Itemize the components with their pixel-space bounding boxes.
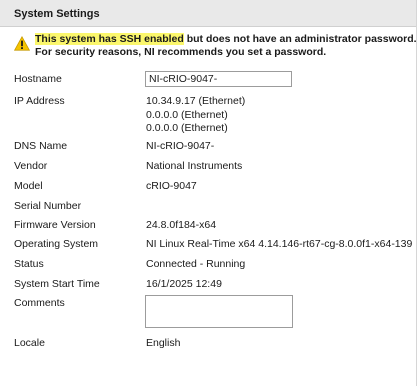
warning-line-1-rest: but does not have an administrator passw… — [183, 33, 417, 45]
operating-system-value: NI Linux Real-Time x64 4.14.146-rt67-cg-… — [146, 238, 413, 250]
operating-system-label: Operating System — [14, 238, 99, 250]
vendor-label: Vendor — [14, 160, 48, 172]
comments-label: Comments — [14, 297, 65, 309]
warning-triangle-icon — [14, 36, 30, 51]
status-value: Connected - Running — [146, 258, 246, 270]
ip-address-list: 10.34.9.17 (Ethernet) 0.0.0.0 (Ethernet)… — [146, 95, 245, 136]
hostname-input[interactable] — [145, 71, 292, 87]
serial-number-label: Serial Number — [14, 200, 82, 212]
firmware-version-value: 24.8.0f184-x64 — [146, 219, 217, 231]
status-label: Status — [14, 258, 44, 270]
system-settings-panel: System Settings This system has SSH enab… — [0, 0, 417, 386]
system-start-time-value: 16/1/2025 12:49 — [146, 278, 222, 290]
warning-message: This system has SSH enabled but does not… — [35, 33, 417, 59]
hostname-label: Hostname — [14, 73, 62, 85]
warning-line-2: For security reasons, NI recommends you … — [35, 46, 327, 58]
model-value: cRIO-9047 — [146, 180, 197, 192]
panel-header: System Settings — [0, 0, 416, 27]
locale-label: Locale — [14, 337, 45, 349]
system-start-time-label: System Start Time — [14, 278, 100, 290]
ip-address-1: 10.34.9.17 (Ethernet) — [146, 95, 246, 107]
comments-textarea[interactable] — [145, 295, 293, 328]
warning-line-1: This system has SSH enabled but does not… — [35, 33, 417, 46]
locale-value: English — [146, 337, 181, 349]
ip-address-3: 0.0.0.0 (Ethernet) — [146, 122, 228, 134]
ip-address-2: 0.0.0.0 (Ethernet) — [146, 108, 228, 121]
dns-name-value: NI-cRIO-9047- — [146, 140, 215, 152]
ssh-enabled-highlight: This system has SSH enabled — [35, 33, 184, 45]
panel-title: System Settings — [14, 8, 100, 20]
model-label: Model — [14, 180, 43, 192]
dns-name-label: DNS Name — [14, 140, 68, 152]
firmware-version-label: Firmware Version — [14, 219, 96, 231]
vendor-value: National Instruments — [146, 160, 243, 172]
ip-address-label: IP Address — [14, 95, 65, 107]
